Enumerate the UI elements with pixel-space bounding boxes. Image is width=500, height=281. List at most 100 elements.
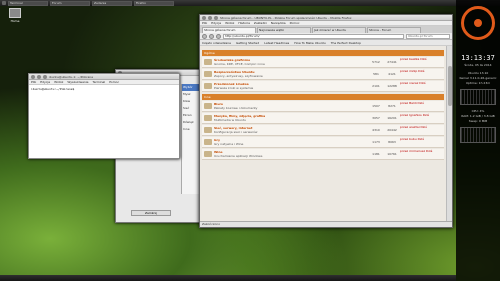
forum-row[interactable]: Biuro Pakiety biurowe i dokumenty 1507 8…: [202, 101, 444, 112]
terminal-output[interactable]: ibuntu@ubuntu:~/Pobrane$: [29, 85, 179, 93]
maximize-icon[interactable]: [214, 15, 218, 20]
task-firefox[interactable]: Firefox: [134, 0, 174, 6]
menu-item[interactable]: Pomoc: [109, 80, 119, 84]
menu-item[interactable]: Pomoc: [290, 21, 300, 25]
home-label: Home: [10, 19, 20, 23]
menu-item[interactable]: Widok: [54, 80, 63, 84]
forward-icon[interactable]: [209, 33, 214, 39]
forum-row[interactable]: Środowiska graficzne Gnome, KDE, XFCE, C…: [202, 57, 444, 68]
menu-item[interactable]: Zakładki: [254, 21, 267, 25]
forum-icon: [204, 127, 212, 133]
terminal-window: ibuntu@ubuntu-1: ~/Pobrane Plik Edycja W…: [28, 73, 180, 159]
menu-item[interactable]: Wyszukiwanie: [67, 80, 88, 84]
menu-item[interactable]: Edycja: [40, 80, 50, 84]
forum-icon: [204, 83, 212, 89]
forum-row[interactable]: Wine Uruchamianie aplikacji Windows 1181…: [202, 149, 444, 160]
forum-posts: 10761: [387, 152, 397, 156]
forum-topics: 2101: [372, 84, 380, 88]
task-forum[interactable]: Forum: [50, 0, 90, 6]
close-button[interactable]: Zamknij: [131, 210, 171, 216]
tab-forum-home[interactable]: Strona główna forum: [202, 27, 256, 33]
tab-latest-threads[interactable]: Najnowsze wątki: [257, 27, 311, 33]
top-panel: Terminal Forum Zadania Firefox: [0, 0, 500, 6]
scrollbar-thumb[interactable]: [448, 66, 452, 106]
tab-strip: Strona główna forum Najnowsze wątki Jak …: [200, 26, 452, 33]
task-zadania[interactable]: Zadania: [92, 0, 132, 6]
minimize-icon[interactable]: [37, 74, 41, 79]
forum-row[interactable]: Przedsionek Linuksa Pierwsze kroki w sys…: [202, 81, 444, 92]
forum-title-block: Muzyka, filmy, zdjęcia, grafika Multimed…: [214, 113, 368, 123]
task-terminal[interactable]: Terminal: [8, 0, 48, 6]
forum-icon: [204, 59, 212, 65]
bookmark-item[interactable]: Latest Headlines: [264, 40, 289, 45]
bookmark-item[interactable]: Getting Started: [236, 40, 259, 45]
menu-item[interactable]: Plik: [31, 80, 36, 84]
bookmark-item[interactable]: The Perfect Desktop: [331, 40, 361, 45]
forum-topics: 581: [373, 72, 379, 76]
forum-desc: Pierwsze kroki w systemie: [214, 86, 254, 90]
menu-item[interactable]: Widok: [225, 21, 234, 25]
ubuntu-logo-icon: [461, 6, 495, 40]
close-icon[interactable]: [31, 74, 35, 79]
network-graph: [460, 127, 496, 143]
search-input[interactable]: Ubuntu.pl forum: [406, 33, 450, 39]
forum-row[interactable]: Gry Gry natywne i Wine 1173 8063 przez b…: [202, 137, 444, 148]
forum-icon: [204, 139, 212, 145]
tab-howto[interactable]: Jak zmienić w Ubuntu: [312, 27, 366, 33]
menu-item[interactable]: Historia: [238, 21, 250, 25]
forum-posts: 4121: [388, 72, 396, 76]
forum-posts: 8271: [388, 104, 396, 108]
info-line: RAM: 1.2 GiB / 3.8 GiB: [461, 114, 495, 118]
forum-icon: [204, 103, 212, 109]
reload-icon[interactable]: [216, 33, 221, 39]
menu-item[interactable]: Plik: [202, 21, 207, 25]
forum-last-post[interactable]: przez Baldi Dziś: [400, 101, 444, 111]
forum-last-post[interactable]: przez arektai Dziś: [400, 125, 444, 135]
forum-title-block: Środowiska graficzne Gnome, KDE, XFCE, C…: [214, 57, 368, 67]
back-icon[interactable]: [202, 33, 207, 39]
forum-row[interactable]: Sieć, serwery, internet Konfiguracja sie…: [202, 125, 444, 136]
bookmark-item[interactable]: Często odwiedzane: [202, 40, 231, 45]
maximize-icon[interactable]: [43, 74, 47, 79]
url-input[interactable]: http://ubuntu.pl/forum/: [223, 33, 404, 39]
forum-desc: Zapory, antywirusy, szyfrowanie: [214, 74, 263, 78]
close-icon[interactable]: [202, 15, 206, 20]
menu-item[interactable]: Narzędzia: [271, 21, 286, 25]
forum-posts: 27441: [387, 60, 397, 64]
terminal-title: ibuntu@ubuntu-1: ~/Pobrane: [49, 74, 94, 79]
info-line: Kernel 3.11.0-26-generic: [459, 76, 497, 80]
forum-row[interactable]: Muzyka, filmy, zdjęcia, grafika Multimed…: [202, 113, 444, 124]
forum-topics: 1507: [372, 104, 380, 108]
info-line: Swap: 0 MiB: [468, 119, 488, 123]
forum-row[interactable]: Bezpieczeństwo Ubuntu Zapory, antywirusy…: [202, 69, 444, 80]
menu-item[interactable]: Edycja: [211, 21, 221, 25]
info-line: Ubuntu 13.10: [467, 71, 489, 75]
forum-last-post[interactable]: przez mrmariusz Dziś: [400, 149, 444, 159]
app-menu-icon[interactable]: [2, 1, 6, 5]
page-content: Ogólne Środowiska graficzne Gnome, KDE, …: [200, 46, 452, 221]
home-folder-icon[interactable]: Home: [6, 8, 24, 32]
category-header: Ogólne: [202, 50, 444, 56]
forum-topics: 3057: [372, 116, 380, 120]
info-line: CPU: 4%: [471, 109, 485, 113]
menu-item[interactable]: Terminal: [93, 80, 106, 84]
page-scrollbar[interactable]: [446, 46, 452, 221]
forum-last-post[interactable]: przez beatka Dziś: [400, 57, 444, 67]
minimize-icon[interactable]: [208, 15, 212, 20]
forum-last-post[interactable]: przez Ignahlos Dziś: [400, 113, 444, 123]
forum-last-post[interactable]: przez mzkp Dziś: [400, 69, 444, 79]
info-line: Uptime: 1h 23m: [465, 81, 491, 85]
forum-title-block: Wine Uruchamianie aplikacji Windows: [214, 149, 368, 159]
bookmark-item[interactable]: How To Make Ubuntu: [294, 40, 325, 45]
forum-last-post[interactable]: przez bubu Dziś: [400, 137, 444, 147]
forum-topics: 4310: [372, 128, 380, 132]
forum-title-block: Bezpieczeństwo Ubuntu Zapory, antywirusy…: [214, 69, 368, 79]
tab-forum-page[interactable]: Strona - Forum: [367, 27, 421, 33]
forum-icon: [204, 151, 212, 157]
clock: 13:13:37: [461, 54, 495, 62]
bottom-panel: [0, 275, 456, 281]
forum-posts: 16201: [387, 116, 397, 120]
forum-title-block: Gry Gry natywne i Wine: [214, 137, 368, 147]
forum-last-post[interactable]: przez nieraz Dziś: [400, 81, 444, 91]
forum-desc: Konfiguracja sieci i serwerów: [214, 130, 258, 134]
